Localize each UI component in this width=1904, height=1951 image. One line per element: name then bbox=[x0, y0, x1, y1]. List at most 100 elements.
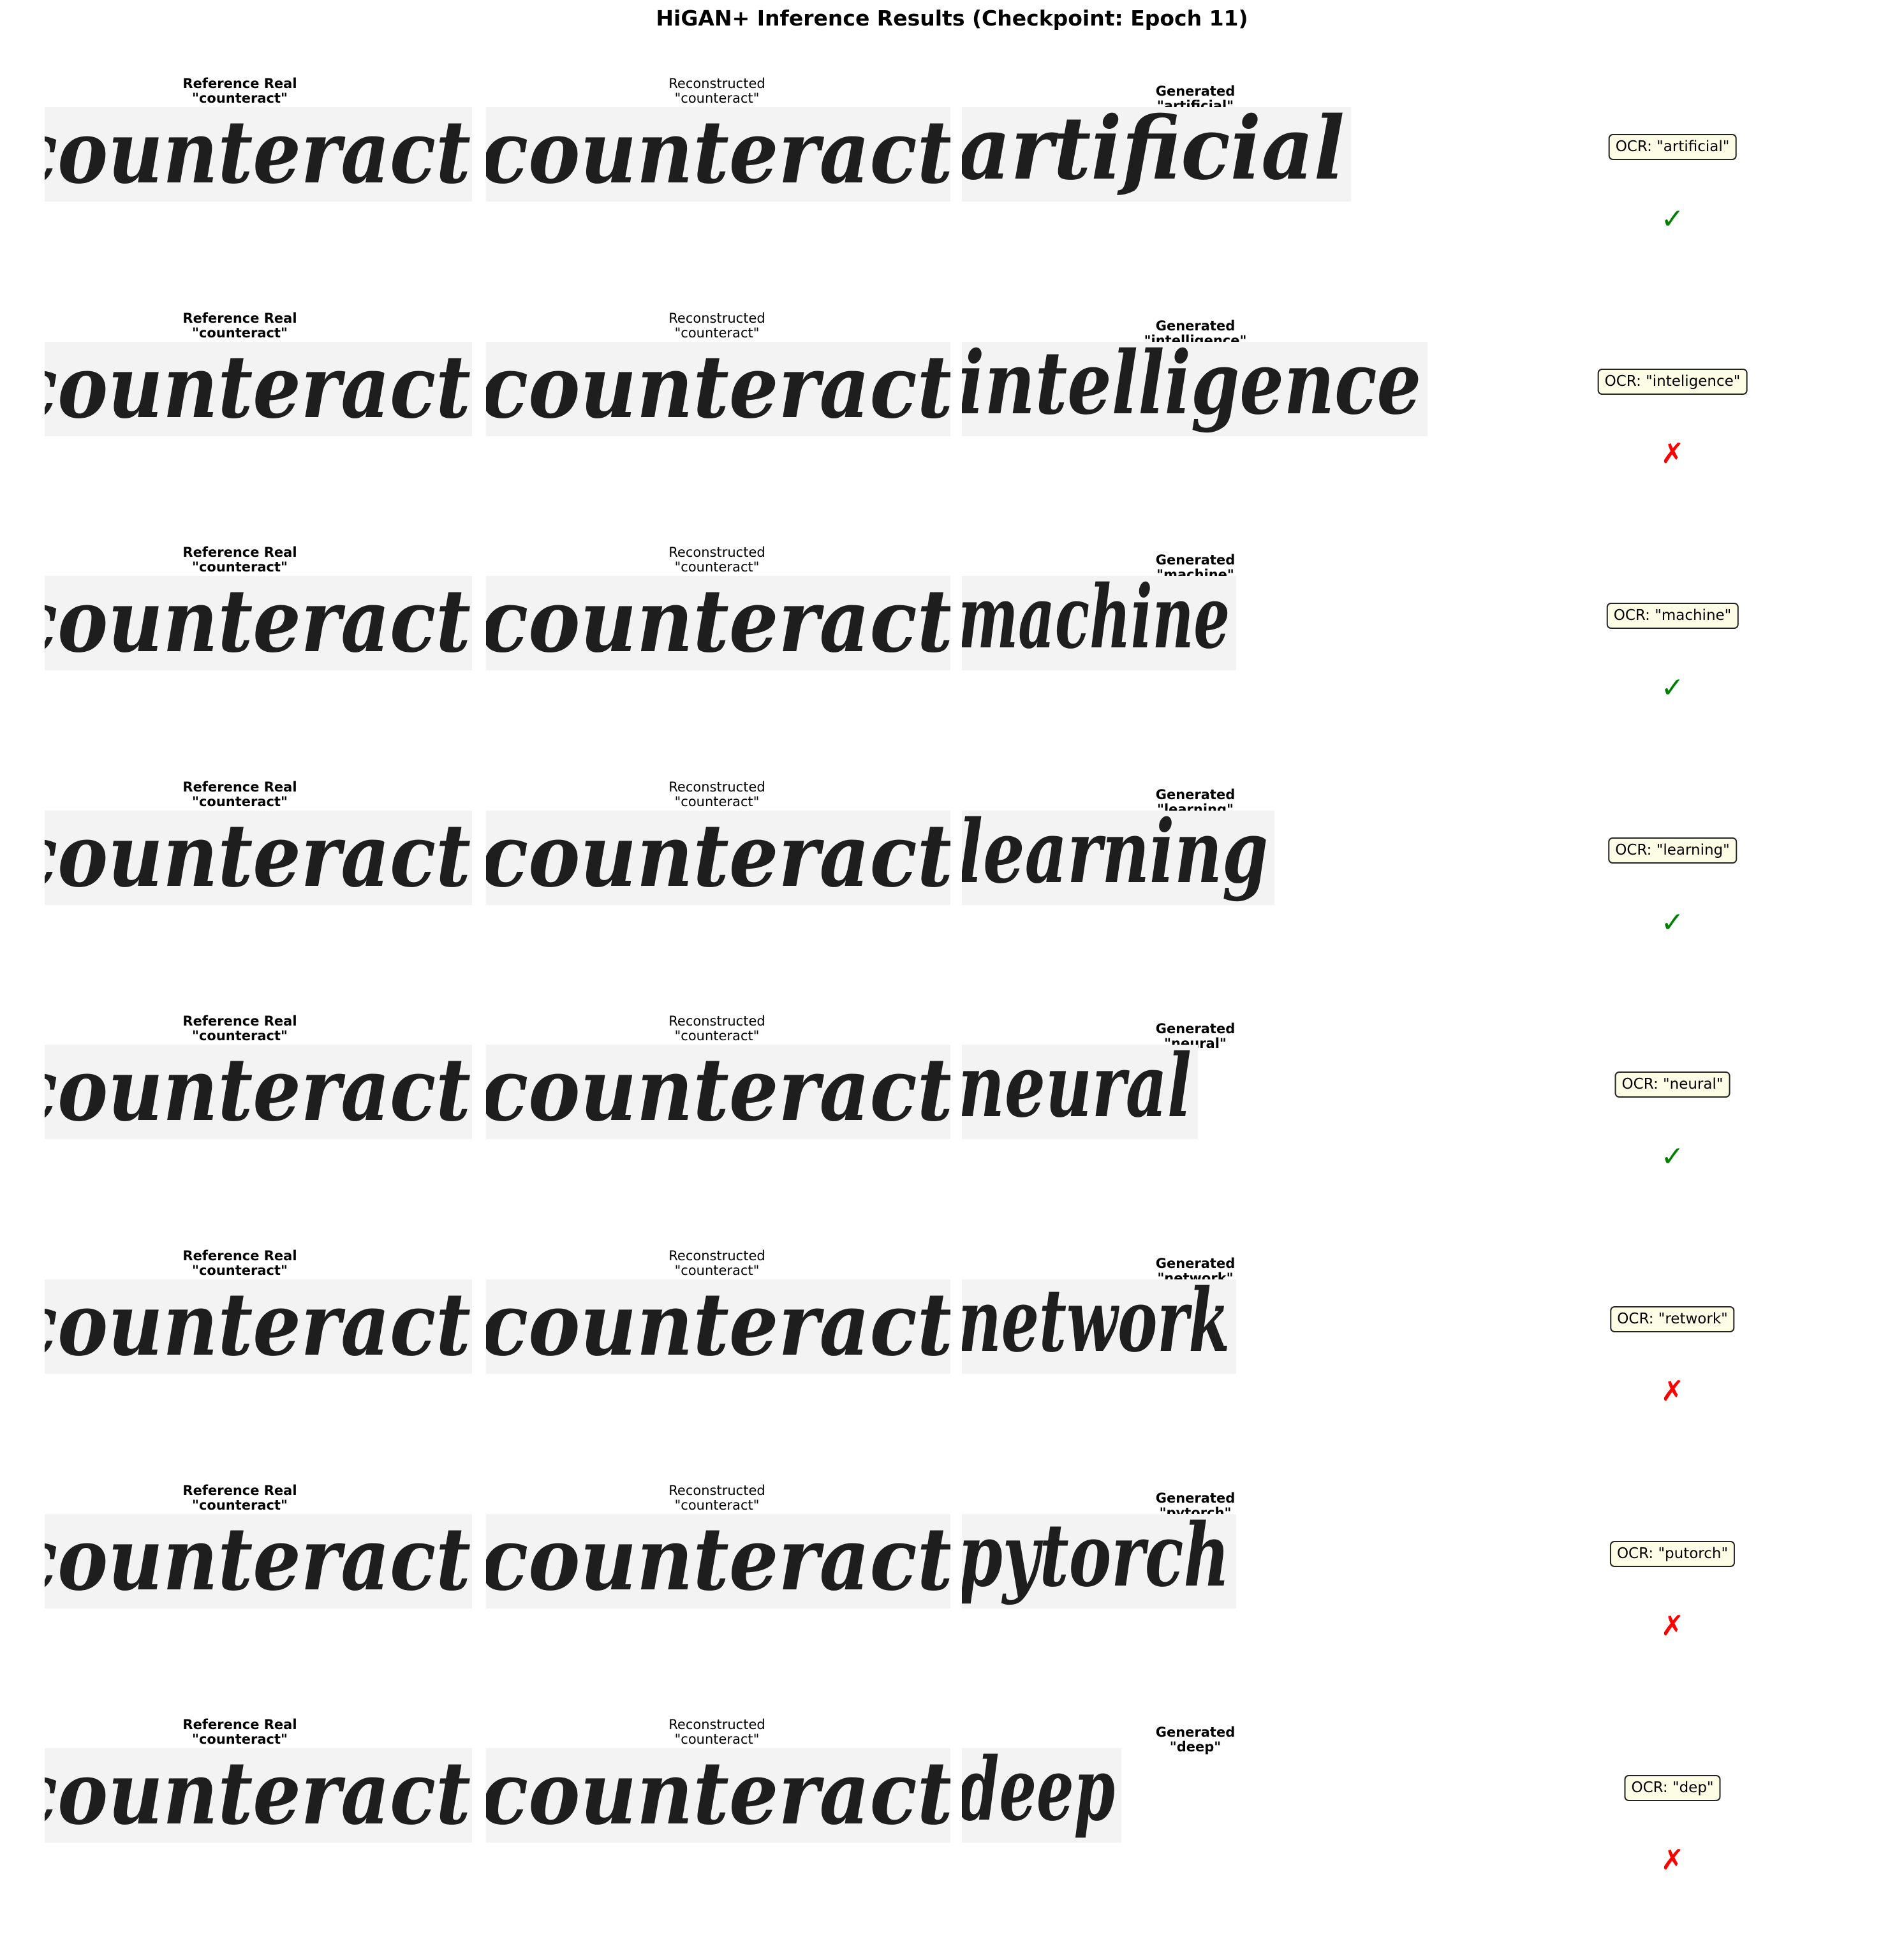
reconstructed-handwriting-svg: counteract bbox=[486, 576, 950, 670]
reference-handwriting-image: counteract bbox=[45, 1748, 472, 1843]
reconstructed-word: "counteract" bbox=[674, 1732, 760, 1748]
reference-handwriting-image: counteract bbox=[45, 810, 472, 905]
reconstructed-label: Reconstructed bbox=[668, 310, 765, 326]
generated-handwriting-image: learning bbox=[962, 810, 1274, 905]
generated-handwriting-image: network bbox=[962, 1279, 1236, 1374]
reconstructed-word: "counteract" bbox=[674, 1263, 760, 1278]
generated-handwriting-image: pytorch bbox=[962, 1513, 1236, 1609]
reconstructed-handwriting-text: counteract bbox=[486, 107, 950, 202]
reference-word: "counteract" bbox=[192, 559, 288, 575]
reconstructed-handwriting-text: counteract bbox=[486, 342, 950, 436]
generated-label: Generated bbox=[1155, 318, 1236, 334]
reference-caption: Reference Real "counteract" bbox=[112, 311, 367, 341]
reference-handwriting-image: counteract bbox=[45, 576, 472, 671]
ocr-match-icon: ✓ bbox=[1660, 906, 1685, 939]
result-row: Reference Real "counteract" Reconstructe… bbox=[0, 311, 1904, 545]
reference-handwriting-image: counteract bbox=[45, 341, 472, 436]
reference-handwriting-image: counteract bbox=[45, 107, 472, 202]
generated-handwriting-image: artificial bbox=[962, 107, 1351, 202]
reference-handwriting-text: counteract bbox=[45, 811, 471, 905]
reconstructed-word: "counteract" bbox=[674, 559, 760, 575]
reference-label: Reference Real bbox=[182, 779, 297, 795]
generated-label: Generated bbox=[1155, 1490, 1236, 1506]
ocr-match-icon: ✗ bbox=[1660, 1609, 1685, 1642]
generated-handwriting-image: deep bbox=[962, 1748, 1121, 1843]
reference-handwriting-svg: counteract bbox=[45, 811, 471, 905]
reconstructed-word: "counteract" bbox=[674, 91, 760, 106]
reconstructed-handwriting-image: counteract bbox=[486, 576, 950, 671]
generated-handwriting-text: machine bbox=[962, 576, 1230, 668]
generated-handwriting-svg: intelligence bbox=[962, 342, 1421, 434]
reconstructed-handwriting-text: counteract bbox=[486, 576, 950, 670]
reconstructed-handwriting-image: counteract bbox=[486, 107, 950, 202]
generated-handwriting-text: intelligence bbox=[962, 342, 1421, 434]
ocr-match-icon: ✓ bbox=[1660, 203, 1685, 235]
reference-handwriting-svg: counteract bbox=[45, 1748, 471, 1843]
result-row: Reference Real "counteract" Reconstructe… bbox=[0, 1483, 1904, 1717]
generated-label: Generated bbox=[1155, 1021, 1236, 1037]
generated-handwriting-svg: machine bbox=[962, 576, 1230, 668]
reference-word: "counteract" bbox=[192, 325, 288, 341]
reconstructed-handwriting-image: counteract bbox=[486, 1045, 950, 1140]
generated-label: Generated bbox=[1155, 1725, 1236, 1741]
reference-word: "counteract" bbox=[192, 1263, 288, 1278]
reference-handwriting-svg: counteract bbox=[45, 576, 471, 670]
generated-handwriting-text: neural bbox=[962, 1045, 1192, 1137]
reference-handwriting-text: counteract bbox=[45, 1279, 471, 1374]
reference-label: Reference Real bbox=[182, 76, 297, 91]
reconstructed-handwriting-text: counteract bbox=[486, 1045, 950, 1139]
result-row: Reference Real "counteract" Reconstructe… bbox=[0, 1014, 1904, 1248]
reconstructed-handwriting-image: counteract bbox=[486, 1279, 950, 1374]
generated-handwriting-text: deep bbox=[962, 1748, 1115, 1841]
ocr-result-badge: OCR: "artificial" bbox=[1608, 134, 1737, 160]
reference-label: Reference Real bbox=[182, 1013, 297, 1029]
reference-label: Reference Real bbox=[182, 545, 297, 561]
reconstructed-caption: Reconstructed "counteract" bbox=[589, 77, 845, 106]
generated-handwriting-image: intelligence bbox=[962, 341, 1428, 436]
generated-label: Generated bbox=[1155, 786, 1236, 802]
reference-handwriting-text: counteract bbox=[45, 107, 471, 202]
reference-handwriting-svg: counteract bbox=[45, 1045, 471, 1139]
reconstructed-label: Reconstructed bbox=[668, 76, 765, 91]
reconstructed-handwriting-svg: counteract bbox=[486, 107, 950, 202]
result-row: Reference Real "counteract" Reconstructe… bbox=[0, 1718, 1904, 1951]
result-row: Reference Real "counteract" Reconstructe… bbox=[0, 779, 1904, 1013]
reference-label: Reference Real bbox=[182, 310, 297, 326]
reference-handwriting-image: counteract bbox=[45, 1513, 472, 1609]
reference-caption: Reference Real "counteract" bbox=[112, 1483, 367, 1513]
ocr-result-badge: OCR: "dep" bbox=[1624, 1775, 1721, 1802]
generated-label: Generated bbox=[1155, 552, 1236, 568]
figure-title: HiGAN+ Inference Results (Checkpoint: Ep… bbox=[656, 6, 1248, 31]
reference-word: "counteract" bbox=[192, 1732, 288, 1748]
reference-handwriting-image: counteract bbox=[45, 1045, 472, 1140]
reconstructed-word: "counteract" bbox=[674, 1497, 760, 1513]
generated-handwriting-svg: pytorch bbox=[962, 1514, 1230, 1607]
reconstructed-handwriting-svg: counteract bbox=[486, 342, 950, 436]
reference-handwriting-text: counteract bbox=[45, 1045, 471, 1139]
reconstructed-label: Reconstructed bbox=[668, 1013, 765, 1029]
generated-handwriting-image: neural bbox=[962, 1045, 1198, 1140]
generated-label: Generated bbox=[1155, 1256, 1236, 1271]
ocr-result-badge: OCR: "machine" bbox=[1606, 603, 1739, 629]
ocr-result-badge: OCR: "neural" bbox=[1614, 1071, 1731, 1098]
reconstructed-label: Reconstructed bbox=[668, 1717, 765, 1733]
reference-handwriting-text: counteract bbox=[45, 576, 471, 670]
reconstructed-handwriting-text: counteract bbox=[486, 1514, 950, 1609]
ocr-result-badge: OCR: "inteligence" bbox=[1597, 368, 1748, 395]
reconstructed-handwriting-svg: counteract bbox=[486, 1748, 950, 1843]
result-row: Reference Real "counteract" Reconstructe… bbox=[0, 545, 1904, 779]
reference-handwriting-svg: counteract bbox=[45, 1279, 471, 1374]
generated-handwriting-image: machine bbox=[962, 576, 1236, 671]
reconstructed-handwriting-image: counteract bbox=[486, 1748, 950, 1843]
result-row: Reference Real "counteract" Reconstructe… bbox=[0, 77, 1904, 310]
generated-handwriting-svg: learning bbox=[962, 811, 1268, 903]
ocr-match-icon: ✗ bbox=[1660, 1844, 1685, 1877]
reference-word: "counteract" bbox=[192, 793, 288, 809]
reference-caption: Reference Real "counteract" bbox=[112, 1249, 367, 1278]
reference-handwriting-svg: counteract bbox=[45, 1514, 471, 1609]
generated-handwriting-svg: network bbox=[962, 1279, 1230, 1372]
generated-handwriting-svg: deep bbox=[962, 1748, 1115, 1841]
ocr-match-icon: ✗ bbox=[1660, 1375, 1685, 1408]
reconstructed-handwriting-svg: counteract bbox=[486, 1279, 950, 1374]
ocr-result-badge: OCR: "learning" bbox=[1608, 837, 1737, 864]
